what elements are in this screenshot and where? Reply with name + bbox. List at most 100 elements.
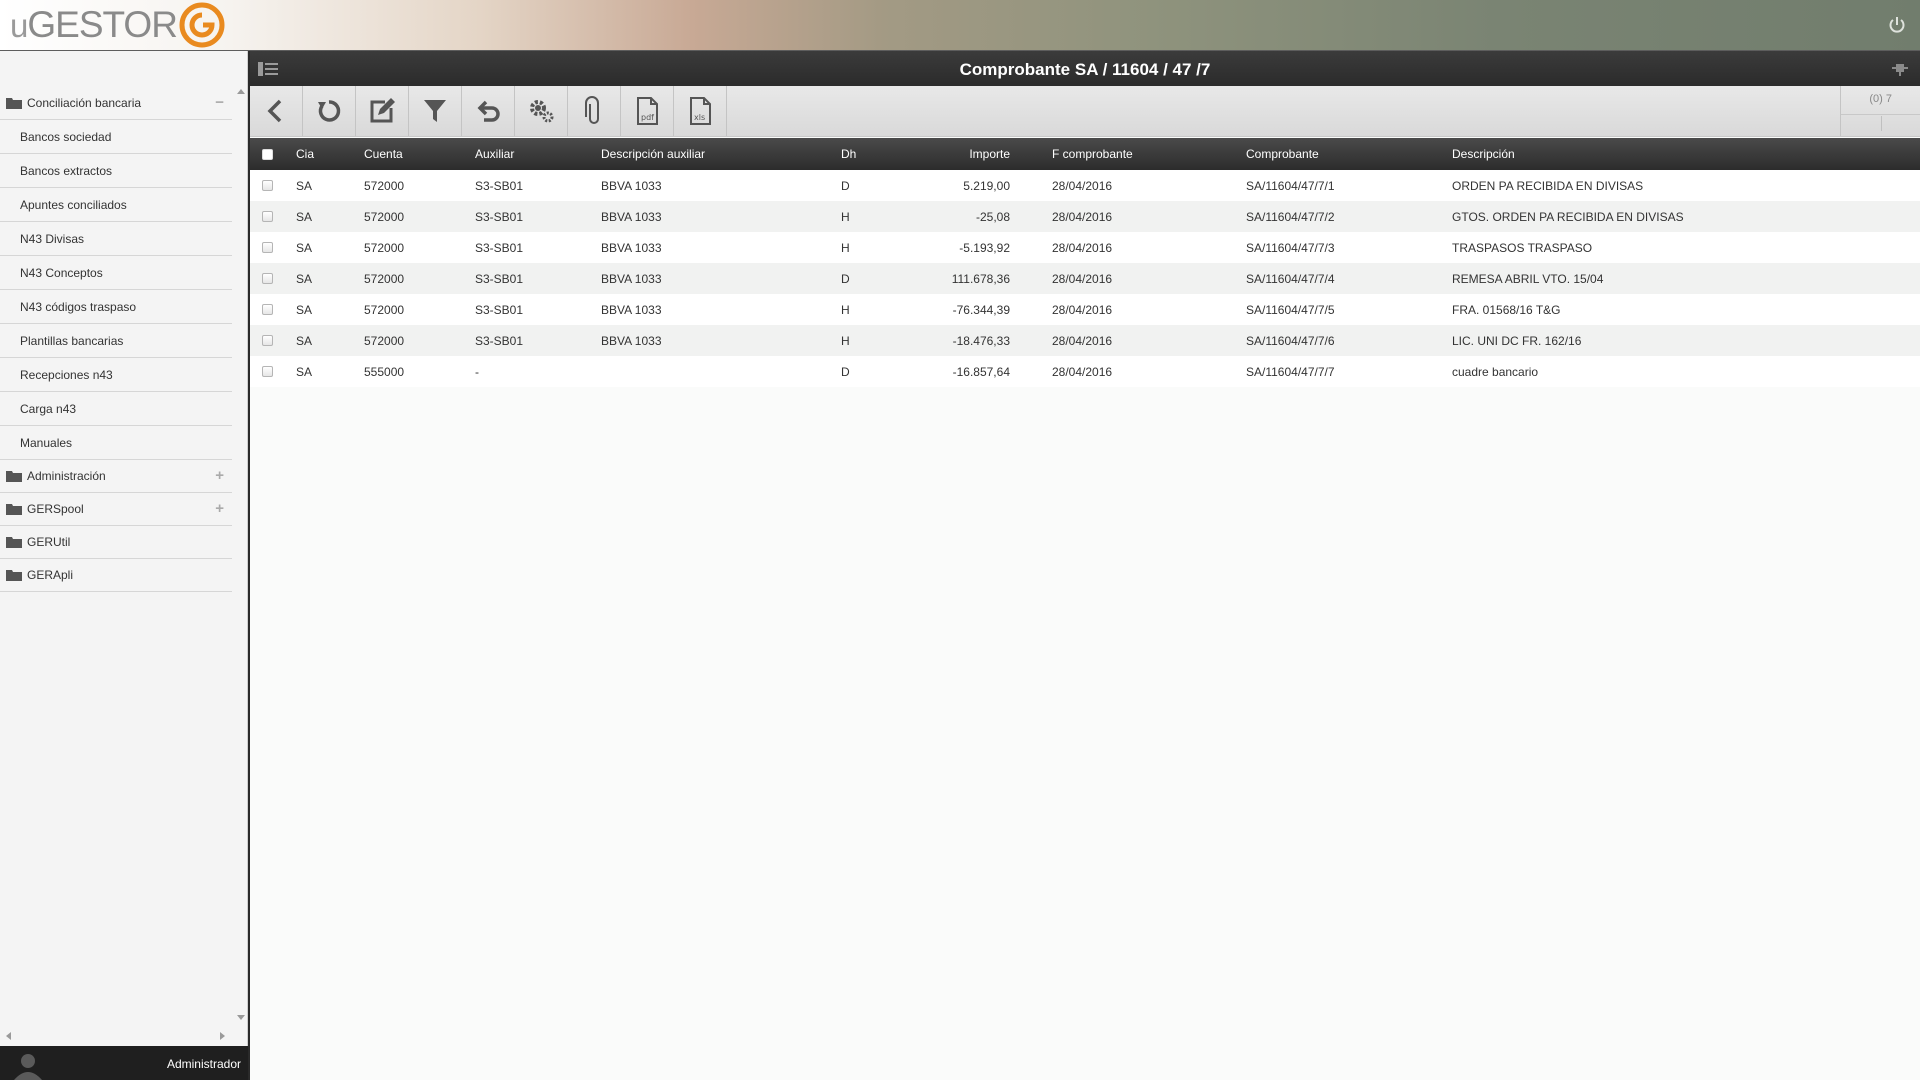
column-header-cia[interactable]: Cia — [296, 138, 314, 170]
cell-comprobante: SA/11604/47/7/4 — [1246, 271, 1335, 286]
user-name[interactable]: Administrador — [167, 1057, 241, 1071]
cell-f-comprobante: 28/04/2016 — [1052, 364, 1113, 379]
cell-comprobante: SA/11604/47/7/6 — [1246, 333, 1335, 348]
row-checkbox[interactable] — [262, 180, 273, 191]
pin-icon[interactable] — [1892, 62, 1908, 76]
row-checkbox[interactable] — [262, 304, 273, 315]
cell-importe: -5.193,92 — [959, 240, 1010, 255]
app-header: uGESTOR — [0, 0, 1920, 51]
export-pdf-button[interactable]: pdf — [621, 86, 674, 136]
folder-open-icon — [6, 98, 22, 109]
column-header-importe[interactable]: Importe — [969, 147, 1010, 161]
column-header-f-comprobante[interactable]: F comprobante — [1052, 138, 1133, 170]
row-checkbox[interactable] — [262, 211, 273, 222]
table-row[interactable]: SA 572000 S3-SB01 BBVA 1033 D 111.678,36… — [250, 263, 1920, 294]
table-row[interactable]: SA 572000 S3-SB01 BBVA 1033 D 5.219,00 2… — [250, 170, 1920, 201]
folder-icon — [6, 471, 22, 482]
cell-auxiliar: S3-SB01 — [475, 271, 524, 286]
cell-descripcion: cuadre bancario — [1452, 364, 1539, 379]
sidebar-group-gerapli[interactable]: GERApli — [0, 559, 232, 592]
table-row[interactable]: SA 572000 S3-SB01 BBVA 1033 H -18.476,33… — [250, 325, 1920, 356]
cell-auxiliar: S3-SB01 — [475, 178, 524, 193]
back-icon — [267, 99, 282, 123]
sidebar-item-apuntes-conciliados[interactable]: Apuntes conciliados — [0, 188, 232, 222]
table-row[interactable]: SA 572000 S3-SB01 BBVA 1033 H -76.344,39… — [250, 294, 1920, 325]
cell-f-comprobante: 28/04/2016 — [1052, 209, 1113, 224]
table-row[interactable]: SA 555000 - D -16.857,64 28/04/2016 SA/1… — [250, 356, 1920, 387]
attach-button[interactable] — [568, 86, 621, 136]
cell-f-comprobante: 28/04/2016 — [1052, 302, 1113, 317]
scroll-down-icon[interactable] — [237, 1015, 245, 1020]
sidebar-item-bancos-sociedad[interactable]: Bancos sociedad — [0, 120, 232, 154]
sidebar-group-administracion[interactable]: Administración + — [0, 460, 232, 493]
row-checkbox[interactable] — [262, 242, 273, 253]
sidebar-group-conciliacion-bancaria[interactable]: Conciliación bancaria − — [0, 87, 232, 120]
select-all-checkbox[interactable] — [262, 148, 273, 160]
export-xls-button[interactable]: xls — [674, 86, 727, 136]
cell-importe: 111.678,36 — [951, 271, 1010, 286]
table-header: Cia Cuenta Auxiliar Descripción auxiliar… — [250, 138, 1920, 170]
collapse-icon[interactable]: − — [215, 95, 224, 110]
records-table: Cia Cuenta Auxiliar Descripción auxiliar… — [250, 138, 1920, 387]
cell-cia: SA — [296, 302, 313, 317]
sidebar-item-plantillas-bancarias[interactable]: Plantillas bancarias — [0, 324, 232, 358]
cell-dh: H — [841, 333, 850, 348]
edit-button[interactable] — [356, 86, 409, 136]
column-header-descripcion-auxiliar[interactable]: Descripción auxiliar — [601, 138, 705, 170]
power-icon[interactable] — [1888, 16, 1906, 34]
sidebar-group-gerspool[interactable]: GERSpool + — [0, 493, 232, 526]
cell-descripcion: ORDEN PA RECIBIDA EN DIVISAS — [1452, 178, 1644, 193]
sidebar-menu: Conciliación bancaria − Bancos sociedad … — [0, 87, 232, 592]
cell-f-comprobante: 28/04/2016 — [1052, 333, 1113, 348]
cell-dh: D — [841, 178, 850, 193]
scroll-up-icon[interactable] — [237, 89, 245, 94]
sidebar-group-gerutil[interactable]: GERUtil — [0, 526, 232, 559]
cell-comprobante: SA/11604/47/7/2 — [1246, 209, 1335, 224]
folder-icon — [6, 537, 22, 548]
cell-importe: -25,08 — [975, 209, 1010, 224]
sidebar-item-manuales[interactable]: Manuales — [0, 426, 232, 460]
cell-f-comprobante: 28/04/2016 — [1052, 178, 1113, 193]
expand-icon[interactable]: + — [215, 468, 224, 483]
column-header-descripcion[interactable]: Descripción — [1452, 138, 1515, 170]
sidebar-item-n43-divisas[interactable]: N43 Divisas — [0, 222, 232, 256]
logo-text: uGESTOR — [10, 4, 178, 45]
cell-importe: -76.344,39 — [952, 302, 1010, 317]
cell-comprobante: SA/11604/47/7/1 — [1246, 178, 1335, 193]
scroll-left-icon[interactable] — [6, 1032, 11, 1040]
column-header-comprobante[interactable]: Comprobante — [1246, 138, 1319, 170]
row-checkbox[interactable] — [262, 273, 273, 284]
scroll-right-icon[interactable] — [220, 1032, 225, 1040]
folder-icon — [6, 570, 22, 581]
table-row[interactable]: SA 572000 S3-SB01 BBVA 1033 H -5.193,92 … — [250, 232, 1920, 263]
refresh-button[interactable] — [303, 86, 356, 136]
cell-auxiliar: - — [475, 364, 479, 379]
back-button[interactable] — [250, 86, 303, 136]
cell-comprobante: SA/11604/47/7/7 — [1246, 364, 1335, 379]
table-row[interactable]: SA 572000 S3-SB01 BBVA 1033 H -25,08 28/… — [250, 201, 1920, 232]
logo-mark-icon — [179, 2, 225, 48]
expand-icon[interactable]: + — [215, 501, 224, 516]
filter-button[interactable] — [409, 86, 462, 136]
cell-cuenta: 572000 — [364, 271, 405, 286]
sidebar-item-carga-n43[interactable]: Carga n43 — [0, 392, 232, 426]
cell-descripcion: GTOS. ORDEN PA RECIBIDA EN DIVISAS — [1452, 209, 1684, 224]
row-checkbox[interactable] — [262, 335, 273, 346]
app-logo[interactable]: uGESTOR — [10, 2, 225, 48]
cell-descripcion-auxiliar: BBVA 1033 — [601, 302, 662, 317]
column-header-dh[interactable]: Dh — [841, 138, 856, 170]
sidebar-item-bancos-extractos[interactable]: Bancos extractos — [0, 154, 232, 188]
undo-button[interactable] — [462, 86, 515, 136]
sidebar-item-n43-conceptos[interactable]: N43 Conceptos — [0, 256, 232, 290]
cell-descripcion-auxiliar: BBVA 1033 — [601, 271, 662, 286]
column-header-auxiliar[interactable]: Auxiliar — [475, 138, 514, 170]
sidebar-item-recepciones-n43[interactable]: Recepciones n43 — [0, 358, 232, 392]
main-panel: Comprobante SA / 11604 / 47 /7 pdf xls (… — [248, 51, 1920, 1080]
sidebar-item-n43-codigos-traspaso[interactable]: N43 códigos traspaso — [0, 290, 232, 324]
cell-cuenta: 572000 — [364, 178, 405, 193]
cell-cia: SA — [296, 178, 313, 193]
column-header-cuenta[interactable]: Cuenta — [364, 138, 403, 170]
settings-button[interactable] — [515, 86, 568, 136]
xls-icon: xls — [690, 97, 711, 125]
row-checkbox[interactable] — [262, 366, 273, 377]
